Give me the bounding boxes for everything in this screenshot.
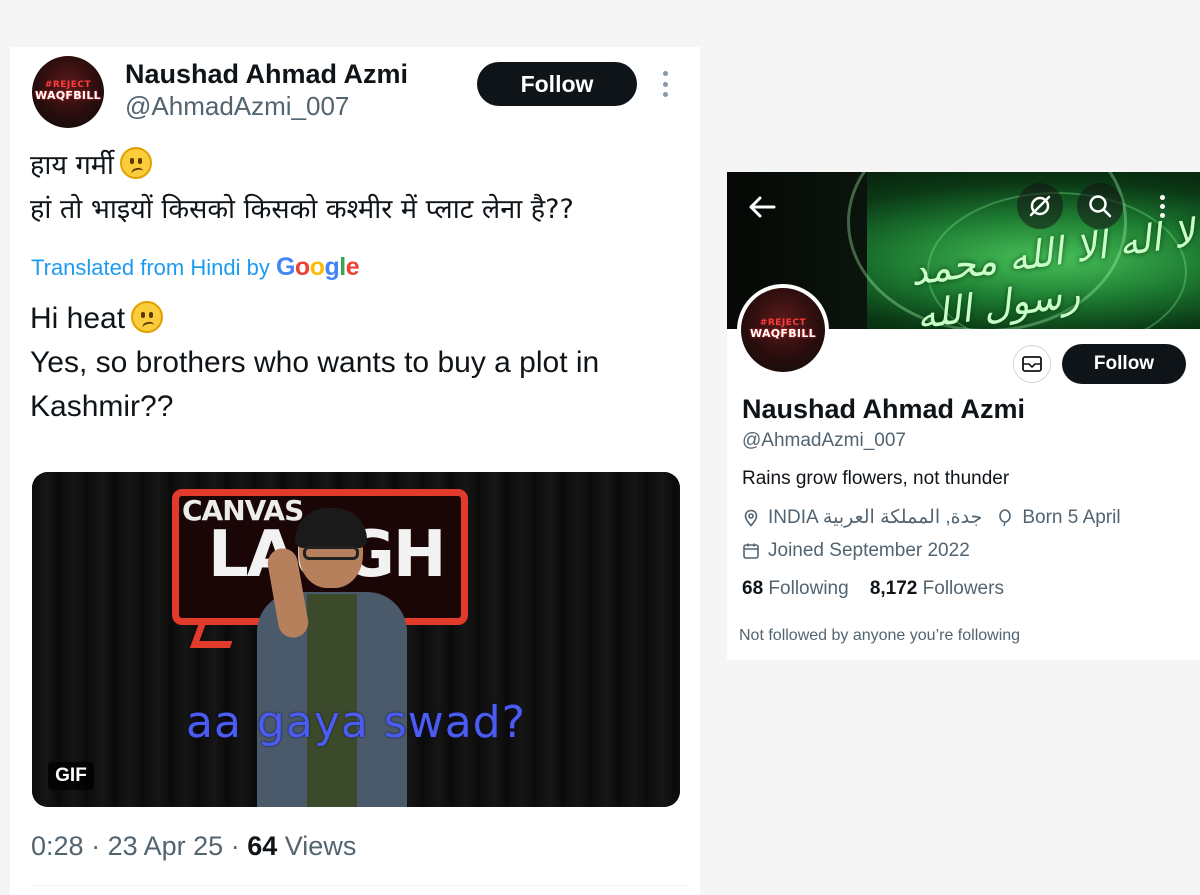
profile-location-row: INDIA جدة, المملكة العربية Born 5 April bbox=[742, 506, 1121, 529]
meta-separator: · bbox=[230, 831, 240, 861]
tweet-translated-text: Hi heat Yes, so brothers who wants to bu… bbox=[30, 297, 690, 429]
tweet-author-handle[interactable]: @AhmadAzmi_007 bbox=[125, 91, 349, 122]
followers-link[interactable]: 8,172 Followers bbox=[870, 578, 1004, 599]
not-followed-notice: Not followed by anyone you’re following bbox=[739, 627, 1021, 644]
google-logo-icon: Google bbox=[275, 253, 360, 281]
tweet-card: #REJECT WAQFBILL Naushad Ahmad Azmi @Ahm… bbox=[10, 47, 700, 895]
tweet-english-line1: Hi heat bbox=[30, 302, 126, 335]
more-icon[interactable] bbox=[1139, 183, 1185, 229]
tweet-follow-button[interactable]: Follow bbox=[477, 62, 637, 106]
sync-off-icon[interactable] bbox=[1017, 183, 1063, 229]
sad-face-emoji-icon bbox=[119, 147, 152, 179]
profile-joined-row: Joined September 2022 bbox=[742, 540, 970, 562]
profile-location: INDIA جدة, المملكة العربية bbox=[768, 507, 983, 528]
tweet-views-label: Views bbox=[284, 831, 357, 861]
meta-separator: · bbox=[91, 831, 101, 861]
following-link[interactable]: 68 Following bbox=[742, 578, 849, 599]
profile-name: Naushad Ahmad Azmi bbox=[742, 394, 1026, 424]
profile-born-text: Born 5 April bbox=[1022, 506, 1121, 528]
profile-avatar[interactable]: #REJECT WAQFBILL bbox=[737, 284, 829, 376]
mail-icon[interactable] bbox=[1013, 345, 1051, 383]
avatar-brand: WAQFBILL bbox=[750, 327, 816, 341]
tweet-gif-media[interactable]: CANVAS LAUGH aa gaya swad? GIF bbox=[32, 472, 680, 807]
profile-follow-button[interactable]: Follow bbox=[1062, 344, 1186, 384]
tweet-divider bbox=[30, 885, 690, 886]
profile-card: لا اله الا الله محمد رسول الله #REJECT W… bbox=[727, 172, 1200, 660]
search-icon[interactable] bbox=[1077, 183, 1123, 229]
tweet-author-avatar[interactable]: #REJECT WAQFBILL bbox=[32, 56, 104, 128]
tweet-original-text: हाय गर्मी हां तो भाइयों किसको किसको कश्म… bbox=[30, 144, 574, 232]
tweet-hindi-line1: हाय गर्मी bbox=[30, 150, 114, 181]
followers-label: Followers bbox=[922, 578, 1004, 599]
performer-figure bbox=[247, 508, 417, 807]
tweet-views-count: 64 bbox=[247, 831, 278, 861]
back-arrow-icon[interactable] bbox=[739, 184, 785, 230]
profile-stats: 68 Following 8,172 Followers bbox=[742, 578, 1004, 600]
translated-prefix: Translated from Hindi by bbox=[31, 255, 270, 280]
gif-badge: GIF bbox=[48, 762, 94, 790]
location-pin-icon bbox=[742, 509, 760, 527]
tweet-hindi-line2: हां तो भाइयों किसको किसको कश्मीर में प्ल… bbox=[30, 194, 574, 225]
following-count: 68 bbox=[742, 578, 764, 599]
tweet-time[interactable]: 0:28 bbox=[31, 831, 84, 861]
profile-born: Born 5 April bbox=[996, 506, 1121, 529]
tweet-english-line2: Yes, so brothers who wants to buy a plot… bbox=[30, 346, 600, 423]
tweet-meta: 0:28 · 23 Apr 25 · 64 Views bbox=[31, 831, 356, 862]
tweet-more-icon[interactable] bbox=[655, 69, 675, 99]
profile-joined: Joined September 2022 bbox=[768, 540, 970, 561]
tweet-author-name[interactable]: Naushad Ahmad Azmi bbox=[125, 59, 408, 90]
sad-face-emoji-icon bbox=[131, 301, 164, 333]
translated-by-link[interactable]: Translated from Hindi by Google bbox=[31, 253, 360, 282]
following-label: Following bbox=[768, 578, 849, 599]
balloon-icon bbox=[996, 508, 1014, 527]
profile-handle: @AhmadAzmi_007 bbox=[742, 430, 906, 451]
gif-caption: aa gaya swad? bbox=[186, 697, 526, 748]
avatar-brand: WAQFBILL bbox=[35, 89, 101, 103]
profile-bio: Rains grow flowers, not thunder bbox=[742, 468, 1010, 489]
followers-count: 8,172 bbox=[869, 578, 918, 599]
tweet-date[interactable]: 23 Apr 25 bbox=[108, 831, 224, 861]
calendar-icon bbox=[742, 542, 760, 560]
